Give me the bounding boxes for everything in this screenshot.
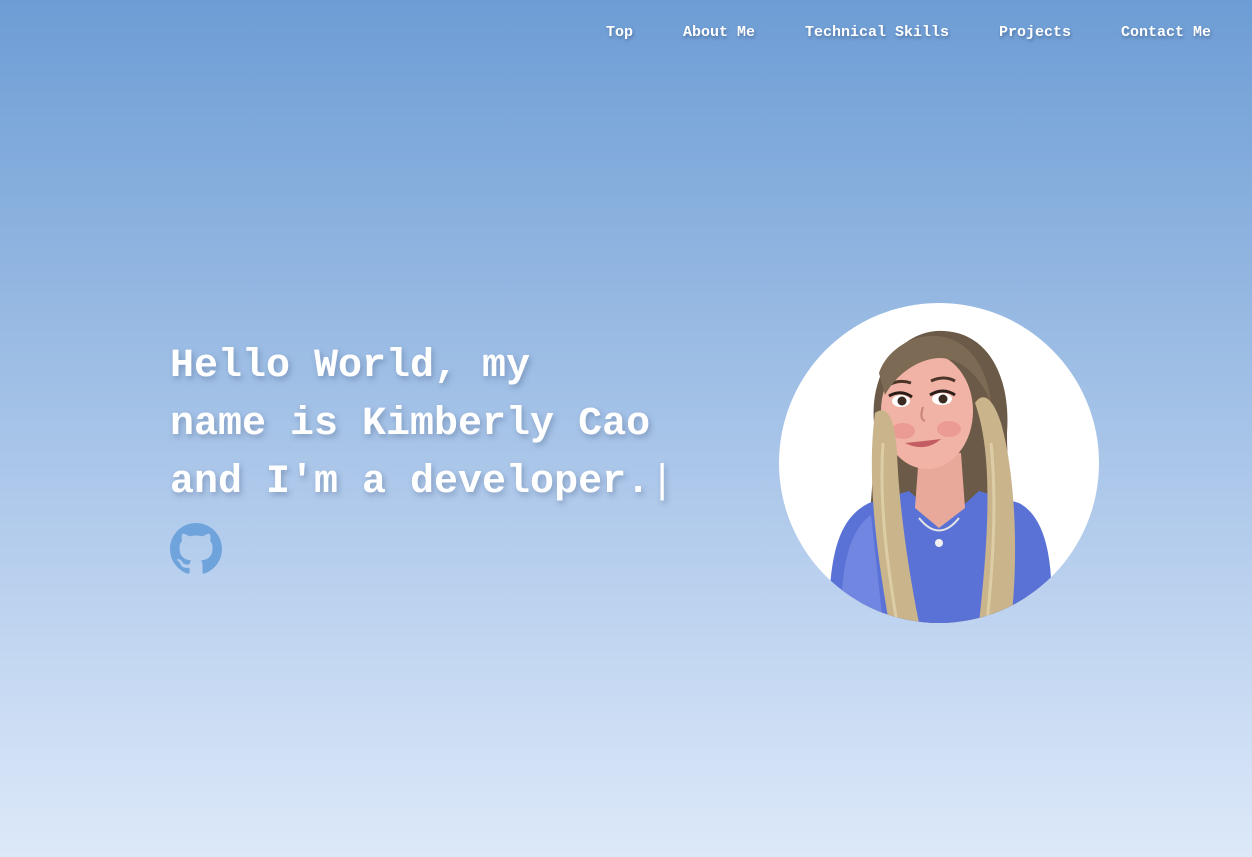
github-icon: [170, 523, 222, 574]
headline-text: Hello World, my name is Kimberly Cao and…: [170, 344, 651, 505]
nav-link-contact-me[interactable]: Contact Me: [1121, 24, 1211, 41]
top-navigation: Top About Me Technical Skills Projects C…: [0, 0, 1252, 68]
hero-section: Hello World, my name is Kimberly Cao and…: [170, 338, 710, 512]
nav-link-technical-skills[interactable]: Technical Skills: [805, 24, 949, 41]
typing-cursor: |: [650, 460, 675, 505]
cartoon-portrait: [829, 330, 1052, 623]
github-link[interactable]: [170, 523, 222, 575]
nav-link-top[interactable]: Top: [606, 24, 633, 41]
nav-link-about-me[interactable]: About Me: [683, 24, 755, 41]
nav-link-projects[interactable]: Projects: [999, 24, 1071, 41]
hero-headline: Hello World, my name is Kimberly Cao and…: [170, 338, 710, 512]
avatar: [779, 303, 1099, 623]
